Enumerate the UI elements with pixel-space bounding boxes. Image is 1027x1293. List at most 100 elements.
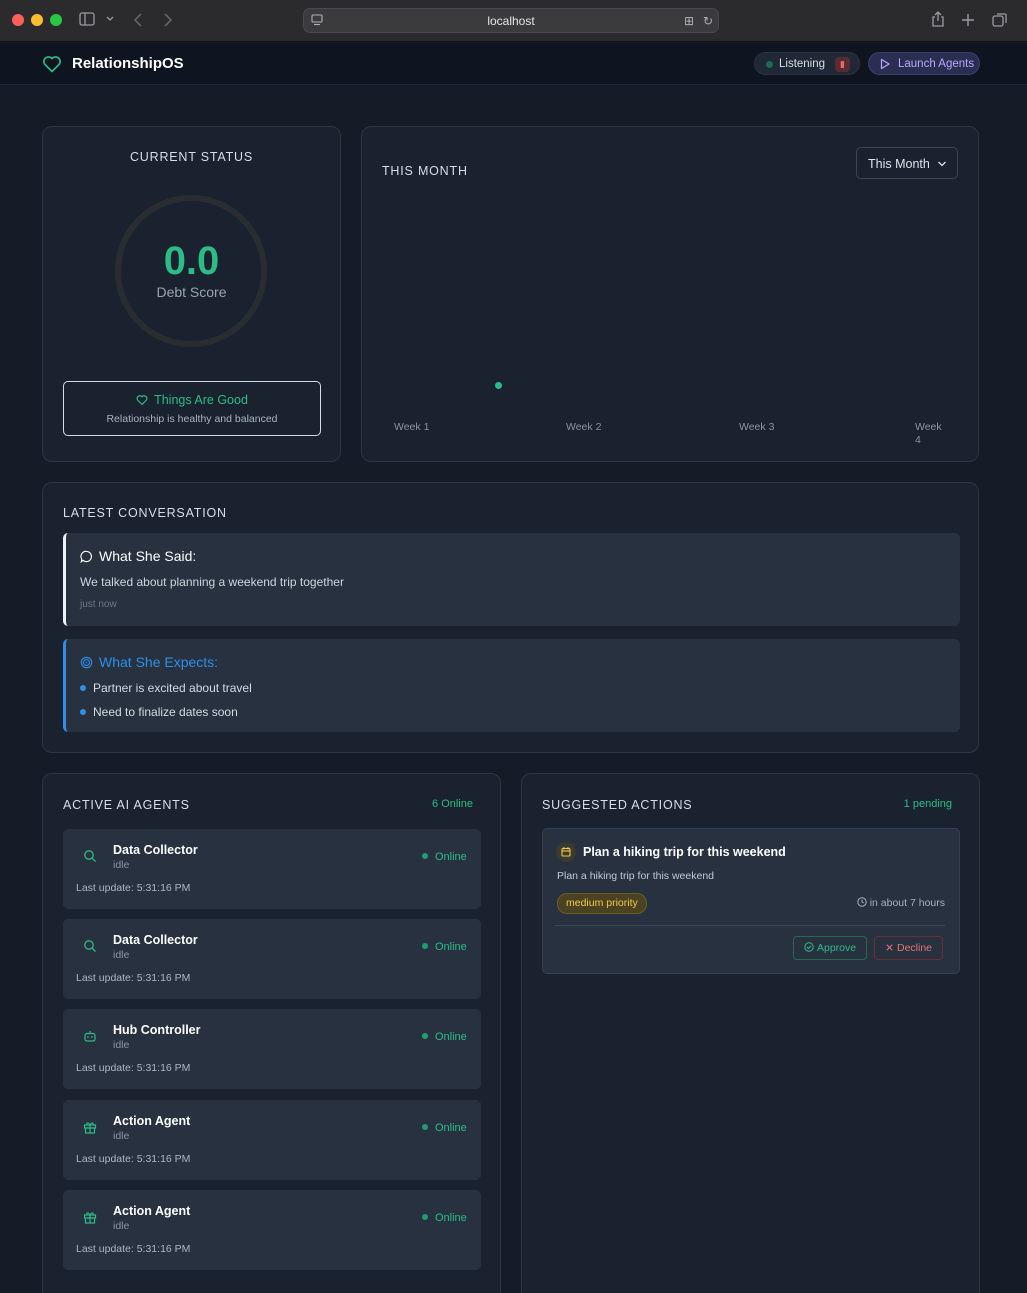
- minimize-window-button[interactable]: [31, 14, 43, 26]
- priority-badge: medium priority: [557, 893, 647, 914]
- chart-point: [495, 381, 503, 389]
- action-eta: in about 7 hours: [856, 897, 945, 909]
- agent-status-badge: Online: [422, 1122, 467, 1134]
- said-text: We talked about planning a weekend trip …: [80, 575, 344, 589]
- action-description: Plan a hiking trip for this weekend: [557, 870, 715, 882]
- back-icon[interactable]: [133, 13, 143, 27]
- close-window-button[interactable]: [12, 14, 24, 26]
- launch-agents-label: Launch Agents: [898, 58, 975, 70]
- said-timestamp: just now: [80, 599, 117, 610]
- this-month-card: THIS MONTH This Month Week 1 Week 2 Week…: [361, 126, 979, 462]
- agent-card[interactable]: Hub Controller idle Online Last update: …: [63, 1009, 481, 1089]
- agent-state: idle: [113, 1039, 130, 1051]
- expects-title: What She Expects:: [99, 654, 219, 670]
- check-circle-icon: [804, 942, 814, 952]
- status-title: CURRENT STATUS: [129, 150, 253, 164]
- sidebar-toggle-icon[interactable]: [79, 12, 95, 26]
- heart-icon: [136, 395, 148, 406]
- url-text: localhost: [487, 14, 535, 28]
- forward-icon[interactable]: [163, 13, 173, 27]
- reload-icon[interactable]: ↻: [703, 14, 713, 28]
- what-she-expects-panel: What She Expects: Partner is excited abo…: [63, 639, 960, 732]
- what-she-said-panel: What She Said: We talked about planning …: [63, 533, 960, 626]
- play-icon: [880, 58, 890, 70]
- debt-score-value: 0.0: [163, 239, 220, 283]
- agent-card[interactable]: Data Collector idle Online Last update: …: [63, 829, 481, 909]
- translate-icon[interactable]: ⊞: [684, 14, 694, 28]
- listening-label: Listening: [779, 58, 826, 70]
- new-tab-icon[interactable]: [961, 13, 975, 27]
- browser-toolbar: localhost ⊞ ↻: [0, 0, 1027, 42]
- agent-last-update: Last update: 5:31:16 PM: [76, 1243, 191, 1255]
- gift-icon: [83, 1122, 97, 1134]
- week-4-label: Week 4: [915, 421, 942, 446]
- agent-status-badge: Online: [422, 1212, 467, 1224]
- suggested-actions-card: SUGGESTED ACTIONS 1 pending Plan a hikin…: [521, 773, 980, 1293]
- bot-icon: [84, 1031, 96, 1042]
- agent-name: Action Agent: [113, 1204, 191, 1218]
- state-title: Things Are Good: [154, 393, 248, 407]
- chevron-down-icon: [938, 161, 946, 167]
- week-3-label: Week 3: [739, 421, 775, 433]
- agent-name: Data Collector: [113, 933, 198, 947]
- latest-conversation-card: LATEST CONVERSATION What She Said: We ta…: [42, 482, 979, 753]
- agent-card[interactable]: Action Agent idle Online Last update: 5:…: [63, 1190, 481, 1270]
- debt-score-label: Debt Score: [156, 284, 227, 300]
- period-select[interactable]: This Month: [856, 147, 958, 179]
- month-title: THIS MONTH: [382, 164, 468, 178]
- agent-card[interactable]: Action Agent idle Online Last update: 5:…: [63, 1100, 481, 1180]
- agent-name: Action Agent: [113, 1114, 191, 1128]
- agent-state: idle: [113, 859, 130, 871]
- listening-toggle[interactable]: Listening ▮: [754, 52, 860, 75]
- close-icon: [886, 944, 893, 951]
- agent-state: idle: [113, 1220, 130, 1232]
- actions-pending-count: 1 pending: [903, 798, 952, 810]
- divider: [555, 925, 945, 926]
- app-title: RelationshipOS: [72, 55, 184, 72]
- search-icon: [84, 940, 96, 952]
- week-1-label: Week 1: [394, 421, 430, 433]
- address-bar[interactable]: localhost ⊞ ↻: [303, 8, 719, 33]
- current-status-card: CURRENT STATUS 0.0 Debt Score Things Are…: [42, 126, 341, 462]
- decline-button[interactable]: Decline: [874, 936, 944, 960]
- period-select-value: This Month: [868, 157, 930, 171]
- agent-status-badge: Online: [422, 851, 467, 863]
- agent-last-update: Last update: 5:31:16 PM: [76, 882, 191, 894]
- agent-last-update: Last update: 5:31:16 PM: [76, 1062, 191, 1074]
- conversation-title: LATEST CONVERSATION: [63, 506, 227, 520]
- zoom-window-button[interactable]: [50, 14, 62, 26]
- agents-online-count: 6 Online: [432, 798, 473, 810]
- agent-last-update: Last update: 5:31:16 PM: [76, 972, 191, 984]
- agent-state: idle: [113, 1130, 130, 1142]
- action-card: Plan a hiking trip for this weekend Plan…: [542, 828, 960, 974]
- agent-state: idle: [113, 949, 130, 961]
- calendar-icon: [561, 847, 571, 857]
- said-title: What She Said:: [99, 548, 197, 564]
- search-icon: [84, 850, 96, 862]
- app-header: RelationshipOS Listening ▮ Launch Agents: [0, 43, 1027, 85]
- share-icon[interactable]: [931, 11, 945, 28]
- agent-status-badge: Online: [422, 1031, 467, 1043]
- tab-overview-icon[interactable]: [992, 12, 1008, 28]
- mic-off-icon[interactable]: ▮: [835, 57, 850, 72]
- agent-card[interactable]: Data Collector idle Online Last update: …: [63, 919, 481, 999]
- clock-icon: [856, 897, 867, 907]
- state-subtitle: Relationship is healthy and balanced: [106, 413, 278, 425]
- week-2-label: Week 2: [566, 421, 602, 433]
- expectation-item: Need to finalize dates soon: [80, 705, 238, 719]
- agent-last-update: Last update: 5:31:16 PM: [76, 1153, 191, 1165]
- agent-status-badge: Online: [422, 941, 467, 953]
- actions-title: SUGGESTED ACTIONS: [542, 798, 693, 812]
- chevron-down-icon[interactable]: [106, 16, 114, 22]
- relationship-state-box: Things Are Good Relationship is healthy …: [63, 381, 321, 436]
- action-title: Plan a hiking trip for this weekend: [583, 845, 786, 859]
- expectation-item: Partner is excited about travel: [80, 681, 252, 695]
- target-icon: [80, 656, 93, 669]
- active-agents-card: ACTIVE AI AGENTS 6 Online Data Collector…: [42, 773, 501, 1293]
- listening-indicator: [766, 61, 773, 68]
- approve-button[interactable]: Approve: [793, 936, 868, 960]
- launch-agents-button[interactable]: Launch Agents: [868, 52, 980, 75]
- message-circle-icon: [80, 550, 92, 564]
- heart-icon: [43, 56, 61, 73]
- agent-name: Data Collector: [113, 843, 198, 857]
